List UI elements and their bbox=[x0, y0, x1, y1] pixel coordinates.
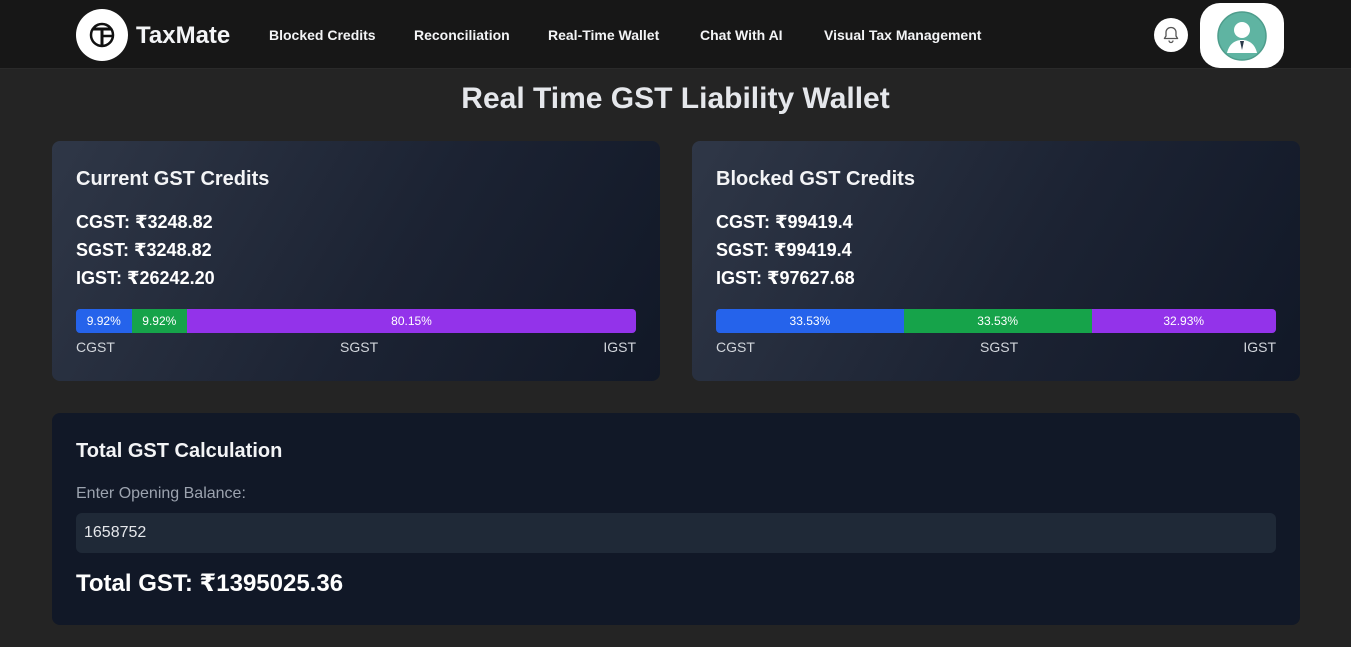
blocked-gst-credits-card: Blocked GST Credits CGST: ₹99419.4 SGST:… bbox=[692, 141, 1300, 381]
user-avatar-icon[interactable] bbox=[1200, 3, 1284, 68]
taxmate-logo-icon[interactable] bbox=[76, 9, 128, 61]
page-title: Real Time GST Liability Wallet bbox=[461, 82, 890, 115]
legend-igst: IGST bbox=[1243, 339, 1276, 355]
total-gst-calculation-card: Total GST Calculation Enter Opening Bala… bbox=[52, 413, 1300, 625]
cgst-amount: CGST: ₹3248.82 bbox=[76, 212, 213, 232]
credit-distribution-bar: 33.53% 33.53% 32.93% bbox=[716, 309, 1276, 333]
nav-link-visual-tax-management[interactable]: Visual Tax Management bbox=[824, 27, 981, 43]
legend-sgst: SGST bbox=[980, 339, 1019, 355]
top-navbar: TaxMate Blocked Credits Reconciliation R… bbox=[0, 0, 1351, 69]
legend-sgst: SGST bbox=[340, 339, 379, 355]
legend-cgst: CGST bbox=[716, 339, 755, 355]
igst-segment: 80.15% bbox=[187, 309, 636, 333]
bell-icon[interactable] bbox=[1154, 18, 1188, 52]
sgst-segment: 33.53% bbox=[903, 309, 1092, 333]
igst-amount: IGST: ₹26242.20 bbox=[76, 268, 215, 288]
igst-amount: IGST: ₹97627.68 bbox=[716, 268, 855, 288]
total-gst-result: Total GST: ₹1395025.36 bbox=[76, 570, 344, 597]
card-title: Current GST Credits bbox=[76, 168, 270, 190]
cgst-segment: 9.92% bbox=[76, 309, 132, 333]
section-title: Total GST Calculation bbox=[76, 440, 283, 462]
legend-igst: IGST bbox=[603, 339, 636, 355]
nav-link-blocked-credits[interactable]: Blocked Credits bbox=[269, 27, 376, 43]
nav-link-real-time-wallet[interactable]: Real-Time Wallet bbox=[548, 27, 659, 43]
sgst-segment: 9.92% bbox=[131, 309, 188, 333]
credit-distribution-bar: 9.92% 9.92% 80.15% bbox=[76, 309, 636, 333]
sgst-amount: SGST: ₹3248.82 bbox=[76, 240, 212, 260]
cgst-amount: CGST: ₹99419.4 bbox=[716, 212, 853, 232]
legend-cgst: CGST bbox=[76, 339, 115, 355]
igst-segment: 32.93% bbox=[1091, 309, 1276, 333]
cgst-segment: 33.53% bbox=[716, 309, 904, 333]
sgst-amount: SGST: ₹99419.4 bbox=[716, 240, 852, 260]
nav-link-reconciliation[interactable]: Reconciliation bbox=[414, 27, 510, 43]
card-title: Blocked GST Credits bbox=[716, 168, 915, 190]
nav-link-chat-with-ai[interactable]: Chat With AI bbox=[700, 27, 783, 43]
brand-name[interactable]: TaxMate bbox=[136, 22, 230, 50]
current-gst-credits-card: Current GST Credits CGST: ₹3248.82 SGST:… bbox=[52, 141, 660, 381]
opening-balance-label: Enter Opening Balance: bbox=[76, 485, 246, 502]
opening-balance-input[interactable] bbox=[76, 513, 1276, 553]
